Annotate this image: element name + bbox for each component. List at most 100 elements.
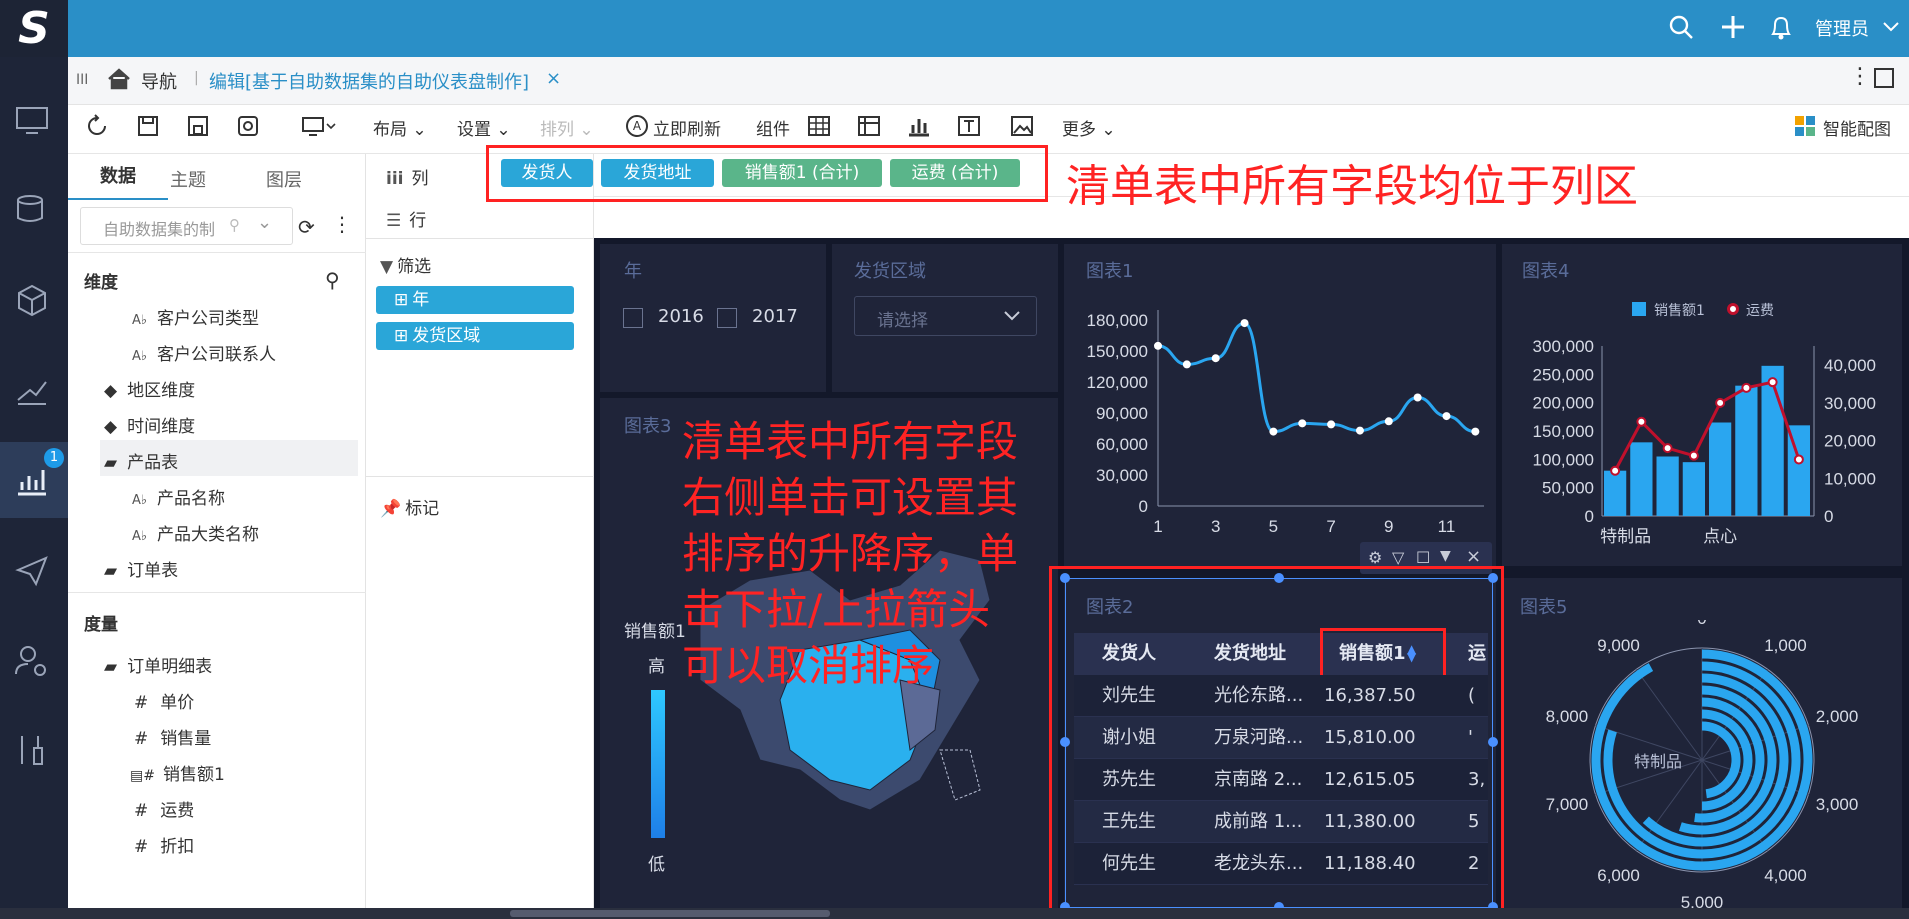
save-as-icon[interactable] (186, 114, 210, 138)
close-icon[interactable]: × (1466, 546, 1481, 567)
field-product-name[interactable]: A♭ 产品名称 (132, 484, 225, 509)
columns-shelf-label: iii 列 (386, 169, 429, 189)
x-tick-label: 3 (1211, 517, 1220, 536)
layers-icon: ◆ (104, 381, 118, 401)
pill-label: 发货区域 (412, 326, 481, 346)
dropdown-icon[interactable]: ▼ (1440, 548, 1451, 564)
product-table-folder[interactable]: ▰ 产品表 (104, 448, 178, 473)
checkbox-2017[interactable] (717, 308, 737, 328)
time-dimension[interactable]: ◆ 时间维度 (104, 412, 195, 437)
angle-tick-label: 4,000 (1764, 866, 1807, 885)
smart-chart-icon[interactable] (1795, 116, 1815, 136)
device-dropdown[interactable] (301, 114, 339, 138)
mark-text: 标记 (405, 499, 440, 519)
order-detail-folder[interactable]: ▰ 订单明细表 (104, 652, 212, 677)
hierarchy-icon: ⊞ (394, 290, 409, 310)
refresh-icon[interactable]: A (626, 115, 648, 137)
field-discount[interactable]: # 折扣 (134, 832, 194, 857)
more-vertical-icon[interactable]: ⋮ (1849, 64, 1871, 89)
tab-data[interactable]: 数据 (68, 154, 168, 200)
legend-sales-swatch (1632, 302, 1646, 316)
legend-freight-swatch (1727, 303, 1739, 315)
tab-theme[interactable]: 主题 (170, 166, 206, 192)
save-icon[interactable] (136, 114, 160, 138)
filter-icon[interactable]: ▽ (1392, 548, 1404, 567)
crosstab-icon[interactable] (857, 115, 881, 137)
field-product-category[interactable]: A♭ 产品大类名称 (132, 520, 259, 545)
table-icon[interactable] (807, 115, 831, 137)
more-menu[interactable]: 更多 ⌄ (1062, 115, 1116, 140)
settings-gear-icon[interactable]: ⚙ (1368, 548, 1382, 567)
search-field-icon[interactable]: ⚲ (325, 268, 340, 292)
region-select[interactable]: 请选择 (854, 296, 1037, 336)
y-tick-label: 90,000 (1096, 404, 1148, 423)
preview-icon[interactable] (236, 114, 260, 138)
layout-menu[interactable]: 布局 ⌄ (373, 115, 427, 140)
undo-icon[interactable] (85, 114, 109, 138)
y-tick-label: 0 (1139, 497, 1148, 516)
field-label: 单价 (160, 693, 195, 713)
refresh-dataset-icon[interactable]: ⟳ (298, 215, 315, 239)
field-sales1[interactable]: ▤# 销售额1 (130, 760, 225, 785)
user-settings-icon[interactable] (12, 640, 56, 684)
y-tick-label: 250,000 (1533, 365, 1594, 384)
send-icon[interactable] (12, 550, 56, 594)
user-menu[interactable]: 管理员 (1815, 15, 1869, 41)
field-customer-contact[interactable]: A♭ 客户公司联系人 (132, 340, 276, 365)
smart-chart-button[interactable]: 智能配图 (1823, 115, 1891, 140)
dataset-select[interactable]: 自助数据集的制 ⚲ ⌄ (80, 207, 293, 245)
y-tick-label: 150,000 (1087, 342, 1148, 361)
y-tick-label: 30,000 (1096, 466, 1148, 485)
bell-icon[interactable] (1768, 13, 1794, 41)
image-icon[interactable] (1010, 115, 1034, 137)
freight-point (1741, 382, 1752, 393)
app-logo[interactable]: S (0, 0, 68, 57)
angle-tick-label: 3,000 (1816, 795, 1859, 814)
bottom-scrollbar[interactable] (0, 908, 1909, 919)
filter-pill-year[interactable]: ⊞ 年 (376, 286, 574, 314)
checkbox-2016[interactable] (623, 308, 643, 328)
cube-icon[interactable] (12, 280, 56, 324)
settings-menu[interactable]: 设置 ⌄ (457, 115, 511, 140)
tabs-menu-icon[interactable]: III (76, 72, 88, 88)
more-vertical-icon[interactable]: ⋮ (332, 212, 352, 236)
fullscreen-icon[interactable] (1874, 68, 1894, 88)
field-unit-price[interactable]: # 单价 (134, 688, 194, 713)
y-tick-label: 180,000 (1087, 311, 1148, 330)
database-icon[interactable] (12, 190, 56, 234)
field-quantity[interactable]: # 销售量 (134, 724, 211, 749)
data-point (1154, 341, 1162, 350)
rows-label: 行 (409, 211, 427, 231)
data-point (1298, 419, 1307, 428)
field-customer-type[interactable]: A♭ 客户公司类型 (132, 304, 259, 329)
field-freight[interactable]: # 运费 (134, 796, 194, 821)
home-icon[interactable] (107, 68, 131, 90)
x-tick-label: 点心 (1703, 527, 1737, 546)
chevron-down-icon[interactable] (1882, 18, 1900, 32)
field-label: 产品名称 (157, 489, 226, 509)
add-icon[interactable] (1720, 14, 1746, 40)
tools-icon[interactable] (12, 730, 56, 774)
region-dimension[interactable]: ◆ 地区维度 (104, 376, 195, 401)
divider (366, 476, 594, 477)
annotation-line: 击下拉/上拉箭头 (682, 585, 991, 634)
scrollbar-thumb[interactable] (510, 910, 830, 917)
text-icon[interactable] (957, 115, 981, 137)
nav-tab[interactable]: 导航 (141, 68, 177, 94)
chevron-down-icon: ⌄ (257, 212, 273, 233)
order-table-folder[interactable]: ▰ 订单表 (104, 556, 178, 581)
filter-pill-region[interactable]: ⊞ 发货区域 (376, 322, 574, 350)
monitor-icon[interactable] (12, 100, 56, 144)
tab-layers[interactable]: 图层 (266, 166, 302, 192)
freight-point (1793, 454, 1804, 465)
freight-point (1688, 450, 1699, 461)
tab-edit-dashboard[interactable]: 编辑[基于自助数据集的自助仪表盘制作] (209, 68, 529, 94)
maximize-icon[interactable]: ☐ (1416, 548, 1430, 567)
bar-chart-icon[interactable] (907, 115, 931, 137)
close-tab-icon[interactable]: × (546, 68, 561, 89)
refresh-now-button[interactable]: 立即刷新 (653, 115, 721, 140)
search-icon[interactable] (1668, 14, 1694, 40)
divider (68, 592, 366, 593)
sort-menu[interactable]: 排列 ⌄ (540, 115, 594, 140)
data-prep-icon[interactable] (12, 370, 56, 414)
